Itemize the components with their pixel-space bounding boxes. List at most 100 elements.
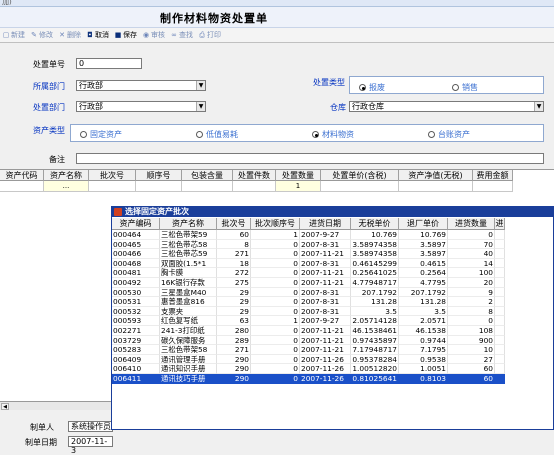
list-item[interactable]: 000464 三松色带架59 60 1 2007-9-27 10.769 10.769 0 bbox=[112, 230, 505, 240]
dialog-column-header[interactable]: 资产编码 bbox=[112, 218, 160, 230]
dialog-column-header[interactable]: 批次号 bbox=[217, 218, 251, 230]
grid-cell[interactable] bbox=[136, 181, 182, 192]
grid-column-header[interactable]: 包装含量 bbox=[182, 170, 233, 181]
grid-column-header[interactable]: 批次号 bbox=[89, 170, 136, 181]
grid-column-header[interactable]: 处置件数 bbox=[233, 170, 276, 181]
dialog-column-header[interactable]: 进 bbox=[495, 218, 505, 230]
doc-no-input[interactable]: 0 bbox=[76, 58, 142, 69]
doc-no-label: 处置单号 bbox=[33, 60, 65, 69]
grid-cell[interactable] bbox=[473, 181, 513, 192]
grid-column-header[interactable]: 顺序号 bbox=[136, 170, 182, 181]
chevron-down-icon[interactable]: ▼ bbox=[196, 102, 205, 111]
list-item[interactable]: 006409 通讯管理手册 290 0 2007-11-26 0.95378284 0.95… bbox=[112, 354, 505, 365]
toolbar-button-4[interactable]: ■ 保存 bbox=[114, 30, 137, 40]
dialog-column-header[interactable]: 进货日期 bbox=[300, 218, 351, 230]
maker-input[interactable]: 系统操作员 bbox=[68, 421, 113, 432]
dialog-cell: 000531 bbox=[112, 297, 160, 307]
dialog-column-header[interactable]: 无税单价 bbox=[351, 218, 399, 230]
grid-column-header[interactable]: 处置单价(含税) bbox=[321, 170, 399, 181]
radio-sale[interactable]: 销售 bbox=[452, 82, 478, 93]
toolbar-button-1[interactable]: ✎ 修改 bbox=[30, 30, 53, 40]
dialog-cell: 4.77948717 bbox=[351, 277, 399, 288]
dialog-column-header[interactable]: 资产名称 bbox=[160, 218, 217, 230]
radio-scrap[interactable]: 报废 bbox=[359, 82, 385, 93]
dialog-cell: 3.58974358 bbox=[351, 249, 399, 259]
list-item[interactable]: 003729 碳久保障服务 289 0 2007-11-21 0.97435897 0.97… bbox=[112, 335, 505, 346]
dialog-cell: 惠普墨盒816 bbox=[160, 297, 217, 307]
list-item[interactable]: 000530 三星墨盒M40 29 0 2007-8-31 207.1792 207.179… bbox=[112, 287, 505, 298]
disposal-dept-combo[interactable]: 行政部 ▼ bbox=[76, 101, 206, 112]
list-item[interactable]: 000593 红色复写纸 63 1 2007-9-27 2.05714128 2.0571 0 bbox=[112, 316, 505, 326]
list-item[interactable]: 006410 通讯知识手册 290 0 2007-11-26 1.00512820 1.00… bbox=[112, 364, 505, 374]
toolbar-button-0[interactable]: ▢ 新建 bbox=[2, 30, 25, 40]
grid-cell[interactable]: 1 bbox=[276, 181, 321, 192]
dialog-grid-header: 资产编码 资产名称 批次号 批次顺序号 进货日期 无税单价 退厂单价 进货数量进 bbox=[112, 218, 505, 230]
new-doc-icon: ▢ bbox=[2, 31, 10, 39]
list-item[interactable]: 002271 241-3打印纸 280 0 2007-11-21 46.1538461 46… bbox=[112, 325, 505, 336]
radio-dot-icon bbox=[196, 131, 203, 138]
ellipsis-button[interactable]: ... bbox=[44, 181, 89, 192]
dialog-cell: 0 bbox=[251, 325, 300, 336]
grid-cell[interactable] bbox=[399, 181, 473, 192]
toolbar-button-6[interactable]: ∞ 查找 bbox=[170, 30, 193, 40]
dialog-cell: 0.46145299 bbox=[351, 258, 399, 269]
list-item[interactable]: 000465 三松色带芯58 8 0 2007-8-31 3.58974358 3.5897… bbox=[112, 239, 505, 250]
list-item[interactable]: 000466 三松色带芯59 271 0 2007-11-21 3.58974358 3.5… bbox=[112, 249, 505, 259]
dialog-cell: 289 bbox=[217, 335, 251, 346]
grid-cell[interactable] bbox=[0, 181, 44, 192]
dialog-cell bbox=[495, 345, 505, 355]
warehouse-combo[interactable]: 行政仓库 ▼ bbox=[349, 101, 544, 112]
dialog-cell: 三松色带芯59 bbox=[160, 249, 217, 259]
grid-column-header[interactable]: 费用金额 bbox=[473, 170, 513, 181]
dept-combo[interactable]: 行政部 ▼ bbox=[76, 80, 206, 91]
radio-fixed-asset[interactable]: 固定资产 bbox=[80, 129, 122, 140]
dialog-column-header[interactable]: 退厂单价 bbox=[399, 218, 448, 230]
list-item[interactable]: 000481 胸卡膜 272 0 2007-11-21 0.25641025 0.2564 1… bbox=[112, 268, 505, 278]
dialog-cell bbox=[495, 354, 505, 365]
dialog-cell: 0 bbox=[251, 239, 300, 250]
radio-dot-icon bbox=[80, 131, 87, 138]
list-item[interactable]: 000468 双面胶(1.5*1 18 0 2007-8-31 0.46145299 0.4… bbox=[112, 258, 505, 269]
dialog-column-header[interactable]: 进货数量 bbox=[448, 218, 495, 230]
toolbar-button-2[interactable]: ✕ 删除 bbox=[58, 30, 81, 40]
grid-column-header[interactable]: 资产净值(无税) bbox=[399, 170, 473, 181]
edit-pencil-icon: ✎ bbox=[31, 31, 37, 39]
dept-value: 行政部 bbox=[79, 81, 103, 90]
chevron-down-icon[interactable]: ▼ bbox=[534, 102, 543, 111]
list-item[interactable]: 000532 支票夹 29 0 2007-8-31 3.5 3.5 8 bbox=[112, 306, 505, 317]
chevron-down-icon[interactable]: ▼ bbox=[196, 81, 205, 90]
grid-column-header[interactable]: 资产名称 bbox=[44, 170, 89, 181]
grid-cell[interactable] bbox=[182, 181, 233, 192]
scroll-left-icon[interactable]: ◀ bbox=[1, 403, 9, 410]
dialog-grid-body: 000464 三松色带架59 60 1 2007-9-27 10.769 10.769 0 00… bbox=[112, 230, 505, 384]
dialog-cell: 005283 bbox=[112, 345, 160, 355]
list-item[interactable]: 000531 惠普墨盒816 29 0 2007-8-31 131.28 131.28 2 bbox=[112, 297, 505, 307]
list-item[interactable]: 006411 通讯技巧手册 290 0 2007-11-26 0.81025641 0.81… bbox=[112, 373, 505, 384]
grid-column-header[interactable]: 处置数量 bbox=[276, 170, 321, 181]
dialog-cell: 2007-8-31 bbox=[300, 306, 351, 317]
dialog-cell: 三星墨盒M40 bbox=[160, 287, 217, 298]
toolbar-button-5[interactable]: ◉ 审核 bbox=[142, 30, 165, 40]
list-item[interactable]: 000492 16K银行存款 275 0 2007-11-21 4.77948717 4.7… bbox=[112, 277, 505, 288]
radio-ledger-asset[interactable]: 台账资产 bbox=[428, 129, 470, 140]
dialog-cell: 006411 bbox=[112, 373, 160, 384]
dialog-column-header[interactable]: 批次顺序号 bbox=[251, 218, 300, 230]
grid-cell[interactable] bbox=[233, 181, 276, 192]
dialog-cell: 0 bbox=[251, 306, 300, 317]
date-input[interactable]: 2007-11-3 bbox=[68, 436, 113, 455]
grid-cell[interactable] bbox=[89, 181, 136, 192]
toolbar-button-3[interactable]: ◘ 取消 bbox=[86, 30, 109, 40]
grid-column-header[interactable]: 资产代码 bbox=[0, 170, 44, 181]
dialog-cell bbox=[495, 277, 505, 288]
maker-label: 制单人 bbox=[30, 423, 54, 432]
radio-low-value[interactable]: 低值易耗 bbox=[196, 129, 238, 140]
remark-input[interactable] bbox=[76, 153, 544, 164]
dialog-cell: 60 bbox=[448, 373, 495, 384]
list-item[interactable]: 005283 三松色带架58 271 0 2007-11-21 7.17948717 7.1… bbox=[112, 345, 505, 355]
radio-material[interactable]: 材料物资 bbox=[312, 129, 354, 140]
dialog-cell: 3.5 bbox=[399, 306, 448, 317]
table-row[interactable]: ... 1 bbox=[0, 181, 513, 192]
toolbar-button-7[interactable]: ⎙ 打印 bbox=[198, 30, 221, 40]
dialog-cell: 60 bbox=[217, 230, 251, 240]
grid-cell[interactable] bbox=[321, 181, 399, 192]
